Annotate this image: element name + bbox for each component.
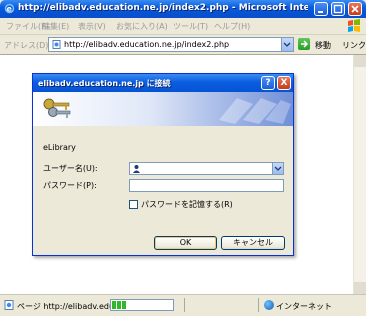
menu-favorites[interactable]: お気に入り(A) xyxy=(116,21,168,32)
user-icon xyxy=(133,165,140,173)
go-label[interactable]: 移動 xyxy=(315,40,331,51)
maximize-button[interactable] xyxy=(331,2,345,16)
menu-view[interactable]: 表示(V) xyxy=(78,21,106,32)
progress-fill xyxy=(112,301,126,309)
links-label[interactable]: リンク xyxy=(342,40,366,51)
windows-flag-icon xyxy=(348,19,360,32)
chevron-down-icon xyxy=(274,166,282,171)
browser-window: e http://elibadv.education.ne.jp/index2.… xyxy=(0,0,366,316)
scroll-up-button[interactable] xyxy=(354,55,366,67)
minimize-button[interactable] xyxy=(314,2,328,16)
chevron-down-icon xyxy=(283,42,291,47)
remember-password-checkbox[interactable]: パスワードを記憶する(R) xyxy=(129,199,233,210)
minimize-icon xyxy=(318,11,323,13)
window-title: http://elibadv.education.ne.jp/index2.ph… xyxy=(18,3,308,13)
realm-text: eLibrary xyxy=(43,143,76,152)
title-bar: e http://elibadv.education.ne.jp/index2.… xyxy=(0,0,366,18)
dialog-banner xyxy=(33,92,293,126)
go-button[interactable] xyxy=(298,38,310,50)
checkbox-box[interactable] xyxy=(129,200,138,209)
svg-text:e: e xyxy=(7,5,13,14)
globe-icon xyxy=(264,300,274,310)
close-icon xyxy=(351,5,359,13)
password-label: パスワード(P): xyxy=(43,181,97,190)
menu-help[interactable]: ヘルプ(H) xyxy=(214,21,250,32)
remember-password-label[interactable]: パスワードを記憶する(R) xyxy=(141,199,233,210)
address-dropdown-button[interactable] xyxy=(281,38,293,51)
dialog-body: eLibrary ユーザー名(U): パスワード(P): パスワードを記憶する(… xyxy=(33,126,293,255)
login-dialog: elibadv.education.ne.jp に接続 ? X eLibrary… xyxy=(32,73,294,256)
menu-edit[interactable]: 編集(E) xyxy=(42,21,69,32)
username-label: ユーザー名(U): xyxy=(43,164,98,173)
keys-icon xyxy=(43,98,71,118)
username-dropdown-button[interactable] xyxy=(272,163,283,174)
page-icon xyxy=(4,300,14,310)
address-input[interactable]: http://elibadv.education.ne.jp/index2.ph… xyxy=(48,37,294,52)
menu-tools[interactable]: ツール(T) xyxy=(173,21,208,32)
password-input[interactable] xyxy=(129,179,284,192)
ok-button[interactable]: OK xyxy=(154,236,217,250)
vertical-scrollbar[interactable] xyxy=(353,55,366,294)
maximize-icon xyxy=(333,4,343,14)
cancel-button[interactable]: キャンセル xyxy=(221,236,285,250)
address-url: http://elibadv.education.ne.jp/index2.ph… xyxy=(64,40,230,49)
dialog-title-bar: elibadv.education.ne.jp に接続 ? X xyxy=(33,74,293,92)
page-icon xyxy=(52,40,61,49)
status-divider xyxy=(258,298,259,312)
progress-bar xyxy=(110,299,174,311)
help-button[interactable]: ? xyxy=(261,76,275,90)
keyboard-watermark-icon xyxy=(219,98,291,124)
ie-icon: e xyxy=(4,3,15,14)
zone-text: インターネット xyxy=(276,302,332,311)
address-label: アドレス(D) xyxy=(4,41,49,50)
dialog-title: elibadv.education.ne.jp に接続 xyxy=(38,79,171,88)
status-bar: ページ http://elibadv.educ インターネット xyxy=(0,294,366,316)
status-divider xyxy=(184,298,185,312)
username-combobox[interactable] xyxy=(129,162,284,175)
dialog-close-button[interactable]: X xyxy=(277,76,291,90)
menu-bar: ファイル(F) 編集(E) 表示(V) お気に入り(A) ツール(T) ヘルプ(… xyxy=(0,18,366,35)
address-bar: アドレス(D) http://elibadv.education.ne.jp/i… xyxy=(0,35,366,55)
scroll-down-button[interactable] xyxy=(354,282,366,294)
status-text: ページ http://elibadv.educ xyxy=(17,302,119,311)
close-button[interactable] xyxy=(348,2,362,16)
go-arrow-icon xyxy=(301,40,309,48)
